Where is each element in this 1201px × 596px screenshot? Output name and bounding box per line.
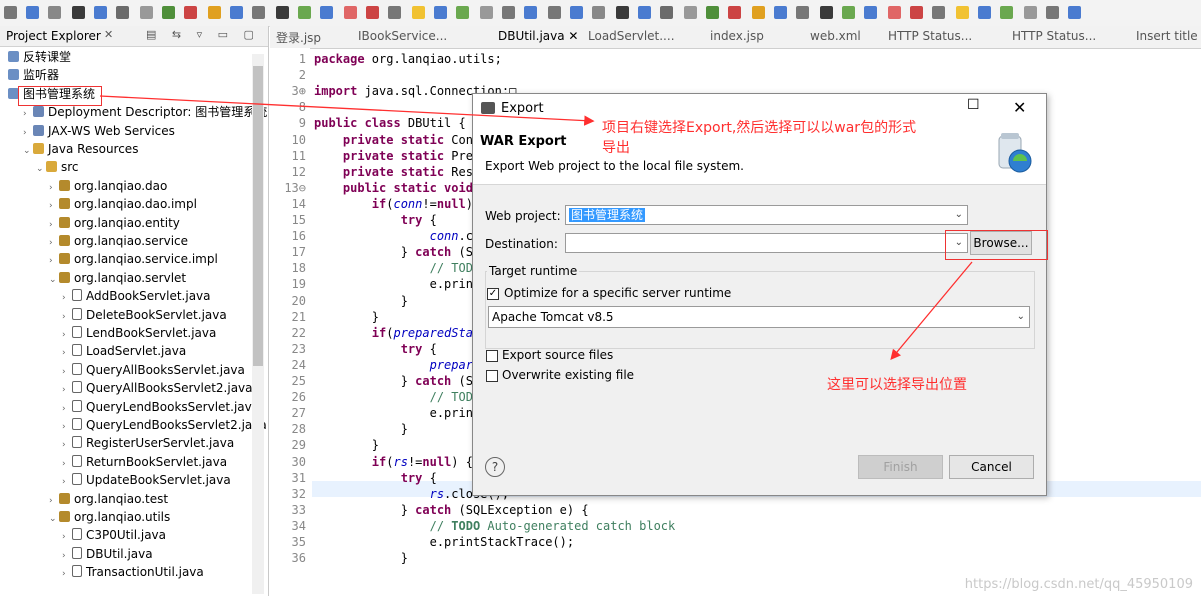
- annotation-arrows: [99, 95, 973, 360]
- arrow-to-browse: [890, 261, 973, 360]
- arrow-to-export-note: [99, 95, 595, 126]
